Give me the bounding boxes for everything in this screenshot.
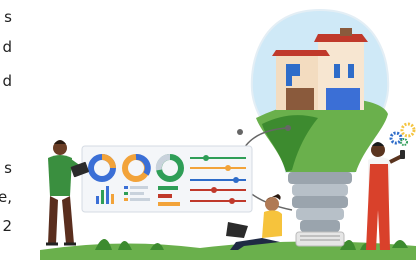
- smart-home-illustration: [40, 8, 416, 260]
- phone-icon: [400, 150, 405, 159]
- gear-icon: [400, 122, 416, 138]
- laptop-icon: [226, 222, 248, 238]
- person-with-phone: [366, 122, 416, 250]
- gear-icon: [389, 131, 403, 145]
- grass-ground: [40, 239, 416, 260]
- dashboard-panel: [81, 145, 253, 213]
